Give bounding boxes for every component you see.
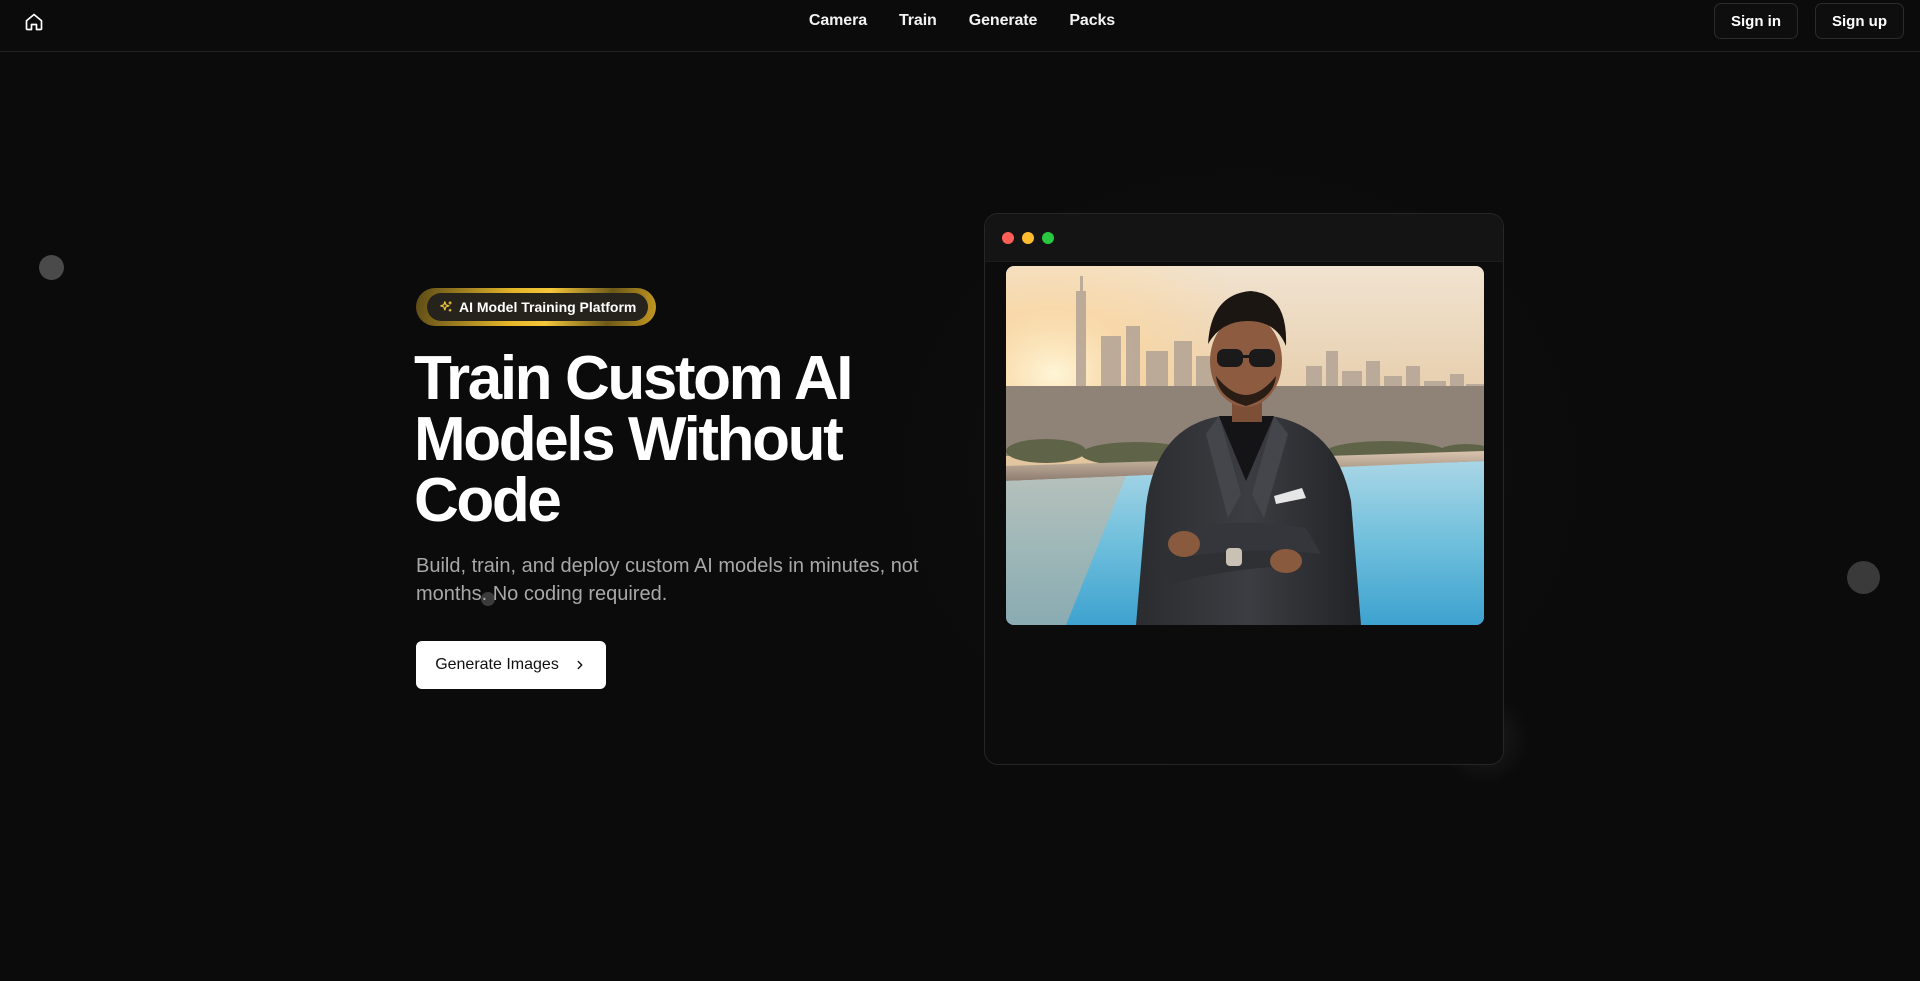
platform-badge: AI Model Training Platform	[416, 288, 656, 326]
generate-images-label: Generate Images	[435, 656, 559, 673]
sparkles-icon	[440, 301, 452, 312]
badge-pill: AI Model Training Platform	[427, 293, 649, 321]
nav-link-generate[interactable]: Generate	[969, 12, 1038, 30]
maximize-dot-icon	[1042, 232, 1054, 244]
nav-link-camera[interactable]: Camera	[809, 12, 867, 30]
hero-title-line: Code	[414, 466, 562, 535]
hero-title: Train Custom AI Models Without Code	[414, 344, 934, 535]
hero-subtitle: Build, train, and deploy custom AI model…	[416, 555, 919, 605]
nav-link-packs[interactable]: Packs	[1069, 12, 1115, 30]
close-dot-icon	[1002, 232, 1014, 244]
main-nav: Camera Train Generate Packs	[0, 0, 1920, 42]
nav-link-train[interactable]: Train	[899, 12, 937, 30]
chevron-right-icon	[577, 660, 583, 670]
generated-portrait-image	[1006, 266, 1484, 625]
decorative-orb	[1847, 561, 1880, 594]
browser-title-bar	[985, 214, 1503, 262]
landing-page: Camera Train Generate Packs Sign in Sign…	[0, 0, 1920, 981]
badge-label: AI Model Training Platform	[459, 299, 637, 315]
decorative-orb	[39, 255, 64, 280]
sign-up-button[interactable]: Sign up	[1815, 3, 1904, 39]
generate-images-button[interactable]: Generate Images	[416, 641, 606, 689]
auth-buttons: Sign in Sign up	[1714, 3, 1904, 39]
hero-title-line: Models Without	[414, 405, 844, 474]
hero-title-line: Train Custom AI	[414, 344, 853, 413]
minimize-dot-icon	[1022, 232, 1034, 244]
top-navbar: Camera Train Generate Packs Sign in Sign…	[0, 0, 1920, 52]
browser-preview-window	[984, 213, 1504, 765]
sign-in-button[interactable]: Sign in	[1714, 3, 1798, 39]
